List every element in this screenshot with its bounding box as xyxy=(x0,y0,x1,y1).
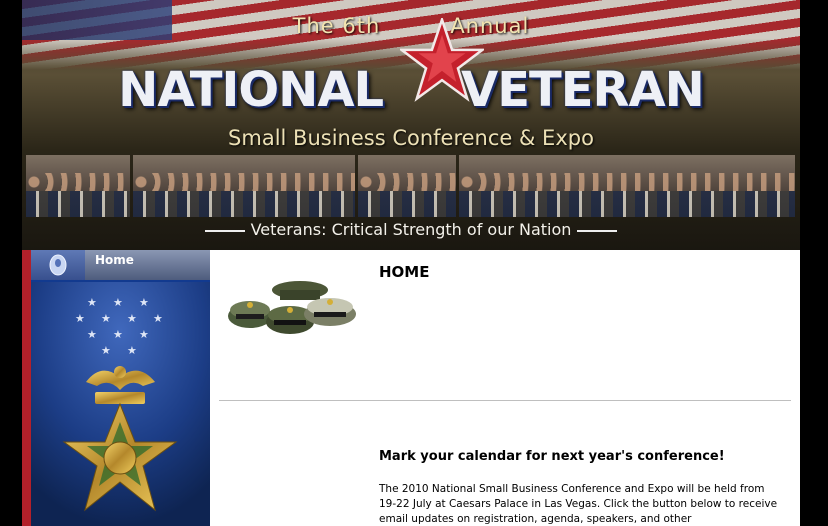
veterans-photo-strip xyxy=(26,155,796,217)
banner-title-word1: NATIONAL xyxy=(118,62,384,118)
banner-tagline: Veterans: Critical Strength of our Natio… xyxy=(250,220,572,239)
sidebar-stripe xyxy=(22,250,31,526)
banner-edition-left: The 6th xyxy=(292,14,381,38)
header-banner: The 6th Annual NATIONAL VETERAN Small Busi… xyxy=(22,0,800,250)
svg-text:★: ★ xyxy=(127,312,137,325)
svg-text:★: ★ xyxy=(139,328,149,341)
tagline-rule-left xyxy=(204,229,245,232)
banner-subtitle: Small Business Conference & Expo xyxy=(228,126,594,150)
veterans-photo xyxy=(133,155,355,217)
announcement-body: The 2010 National Small Business Confere… xyxy=(379,483,778,525)
svg-text:★: ★ xyxy=(127,344,137,357)
sidebar-item-label: Home xyxy=(95,253,134,267)
veterans-photo xyxy=(26,155,130,217)
svg-text:★: ★ xyxy=(87,296,97,309)
content-divider xyxy=(219,400,791,401)
main-content: HOME Mark your calendar for next year's … xyxy=(210,250,800,526)
home-bullet-icon xyxy=(31,250,85,280)
sidebar: Home ★ ★ ★ ★ ★ ★ ★ ★ ★ ★ ★ ★ xyxy=(22,250,210,526)
svg-text:★: ★ xyxy=(75,312,85,325)
banner-title-word2: VETERAN xyxy=(461,62,705,118)
banner-title: NATIONAL VETERAN xyxy=(22,62,800,118)
svg-text:★: ★ xyxy=(101,344,111,357)
tagline-rule-right xyxy=(577,229,618,232)
svg-text:★: ★ xyxy=(139,296,149,309)
svg-text:★: ★ xyxy=(153,312,163,325)
page-title: HOME xyxy=(379,263,430,281)
svg-text:★: ★ xyxy=(113,328,123,341)
banner-tagline-row: Veterans: Critical Strength of our Natio… xyxy=(22,220,800,239)
medal-of-honor-image: ★ ★ ★ ★ ★ ★ ★ ★ ★ ★ ★ ★ xyxy=(31,282,210,526)
veterans-photo xyxy=(459,155,795,217)
svg-text:★: ★ xyxy=(87,328,97,341)
sidebar-item-home[interactable]: Home xyxy=(31,250,210,280)
military-caps-image xyxy=(228,281,356,334)
svg-text:★: ★ xyxy=(101,312,111,325)
announcement-heading: Mark your calendar for next year's confe… xyxy=(379,449,725,464)
svg-text:★: ★ xyxy=(113,296,123,309)
veterans-photo xyxy=(358,155,456,217)
